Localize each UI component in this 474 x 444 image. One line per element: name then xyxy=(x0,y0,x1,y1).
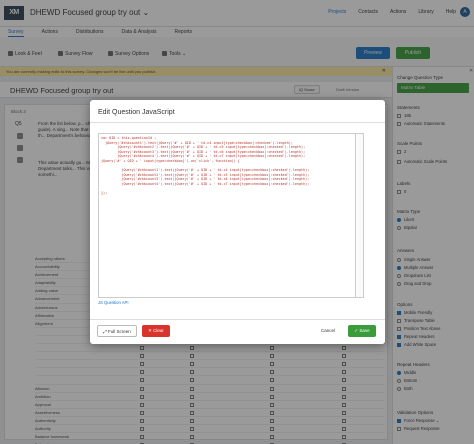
javascript-code-editor[interactable]: var QID = this.questionId ; jQuery('#chk… xyxy=(98,133,356,298)
clear-button[interactable]: ✕ Clear xyxy=(142,325,170,337)
save-label: Save xyxy=(359,328,370,333)
code-line: jQuery('#chkcount4').text(jQuery('#' + Q… xyxy=(101,182,310,186)
divider xyxy=(90,319,385,320)
code-line: jQuery('#chkcount2').text(jQuery('#' + Q… xyxy=(101,172,310,177)
clear-label: Clear xyxy=(153,328,164,333)
code-line: var QID = this.questionId ; xyxy=(101,136,157,140)
save-button[interactable]: ✓ Save xyxy=(348,325,376,337)
edit-javascript-modal: Edit Question JavaScript var QID = this.… xyxy=(90,100,385,344)
editor-scrollbar[interactable] xyxy=(356,133,364,298)
divider xyxy=(90,122,385,123)
code-line: jQuery('#chkcount3').text(jQuery('#' + Q… xyxy=(101,149,306,154)
code-line: jQuery('#chkcount4').text(jQuery('#' + Q… xyxy=(101,154,306,159)
js-question-api-link[interactable]: JS Question API xyxy=(98,300,129,305)
full-screen-label: Full Screen xyxy=(108,329,131,334)
modal-title: Edit Question JavaScript xyxy=(98,109,175,116)
full-screen-button[interactable]: ⤢ Full Screen xyxy=(97,325,137,337)
code-line: jQuery('#chkcount1').text(jQuery('#' + Q… xyxy=(101,140,293,145)
code-line: jQuery('#chkcount3').text(jQuery('#' + Q… xyxy=(101,177,310,182)
code-line: jQuery('#' + QID + ' input[type=checkbox… xyxy=(101,159,240,163)
code-line: jQuery('#chkcount2').text(jQuery('#' + Q… xyxy=(101,145,306,150)
code-line: }); xyxy=(101,191,108,196)
cancel-button[interactable]: Cancel xyxy=(321,328,335,333)
code-line: jQuery('#chkcount1').text(jQuery('#' + Q… xyxy=(101,168,310,173)
